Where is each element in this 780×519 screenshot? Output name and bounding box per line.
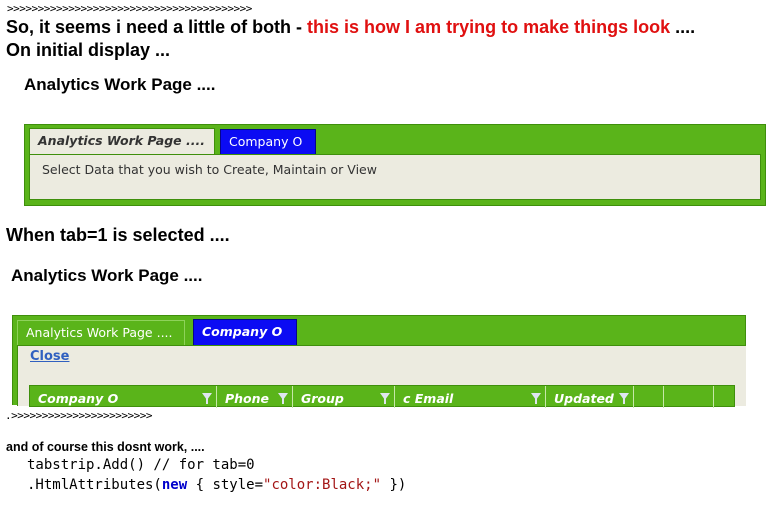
arrow-divider-top: >>>>>>>>>>>>>>>>>>>>>>>>>>>>>>>>>>>>>>>> (7, 2, 252, 15)
content-instruction: Select Data that you wish to Create, Mai… (42, 162, 377, 177)
tabstrip-example-1: Analytics Work Page .... Company O Selec… (24, 124, 766, 206)
column-label: Updated (554, 391, 614, 406)
intro-line-2: On initial display ... (6, 40, 171, 60)
close-link[interactable]: Close (30, 349, 69, 364)
column-label: Phone (225, 391, 270, 406)
column-label: Company O (38, 391, 119, 406)
filter-icon[interactable] (278, 393, 288, 404)
column-header-updated[interactable]: Updated (546, 386, 634, 408)
arrow-divider-bottom: .>>>>>>>>>>>>>>>>>>>>>>> (5, 409, 152, 422)
column-header-company-o[interactable]: Company O (30, 386, 217, 408)
intro-text: So, it seems i need a little of both - (6, 17, 308, 37)
tab-company-o[interactable]: Company O (220, 129, 316, 155)
page-title-example-1: Analytics Work Page .... (24, 75, 216, 94)
code-method: .HtmlAttributes( (27, 477, 162, 493)
code-line-2: .HtmlAttributes(new { style="color:Black… (27, 477, 406, 493)
column-header-blank-1[interactable] (634, 386, 664, 408)
company-grid-header: Company O Phone Group c Email Updated (29, 385, 735, 408)
tab-content-panel: Close Company O Phone Group c Email Upda… (17, 345, 746, 408)
column-label: Group (301, 391, 344, 406)
tabstrip-example-2: Analytics Work Page .... Company O Close… (12, 315, 746, 408)
tab-content-panel: Select Data that you wish to Create, Mai… (29, 154, 761, 200)
filter-icon[interactable] (531, 393, 541, 404)
filter-icon[interactable] (380, 393, 390, 404)
column-header-phone[interactable]: Phone (217, 386, 293, 408)
page-title-example-2: Analytics Work Page .... (11, 266, 203, 285)
column-label: c Email (403, 391, 454, 406)
intro-line-1: So, it seems i need a little of both - t… (6, 17, 695, 38)
column-header-email[interactable]: c Email (395, 386, 546, 408)
code-line-1: tabstrip.Add() // for tab=0 (27, 457, 255, 473)
tab1-selected-heading: When tab=1 is selected .... (6, 225, 230, 245)
intro-highlight-text: this is how I am trying to make things l… (307, 17, 671, 37)
filter-icon[interactable] (619, 393, 629, 404)
code-keyword: new (161, 477, 188, 493)
tab-analytics-work-page[interactable]: Analytics Work Page .... (29, 128, 215, 155)
tab-company-o[interactable]: Company O (193, 319, 297, 346)
filter-icon[interactable] (202, 393, 212, 404)
tab-analytics-work-page[interactable]: Analytics Work Page .... (17, 320, 185, 346)
code-brace: { style= (187, 477, 264, 493)
intro-trailing-dots: .... (670, 17, 696, 37)
code-close: }) (381, 477, 407, 493)
column-header-blank-2[interactable] (664, 386, 714, 408)
code-string: "color:Black;" (263, 477, 382, 493)
note-text: and of course this dosnt work, .... (6, 440, 205, 454)
column-header-group[interactable]: Group (293, 386, 395, 408)
